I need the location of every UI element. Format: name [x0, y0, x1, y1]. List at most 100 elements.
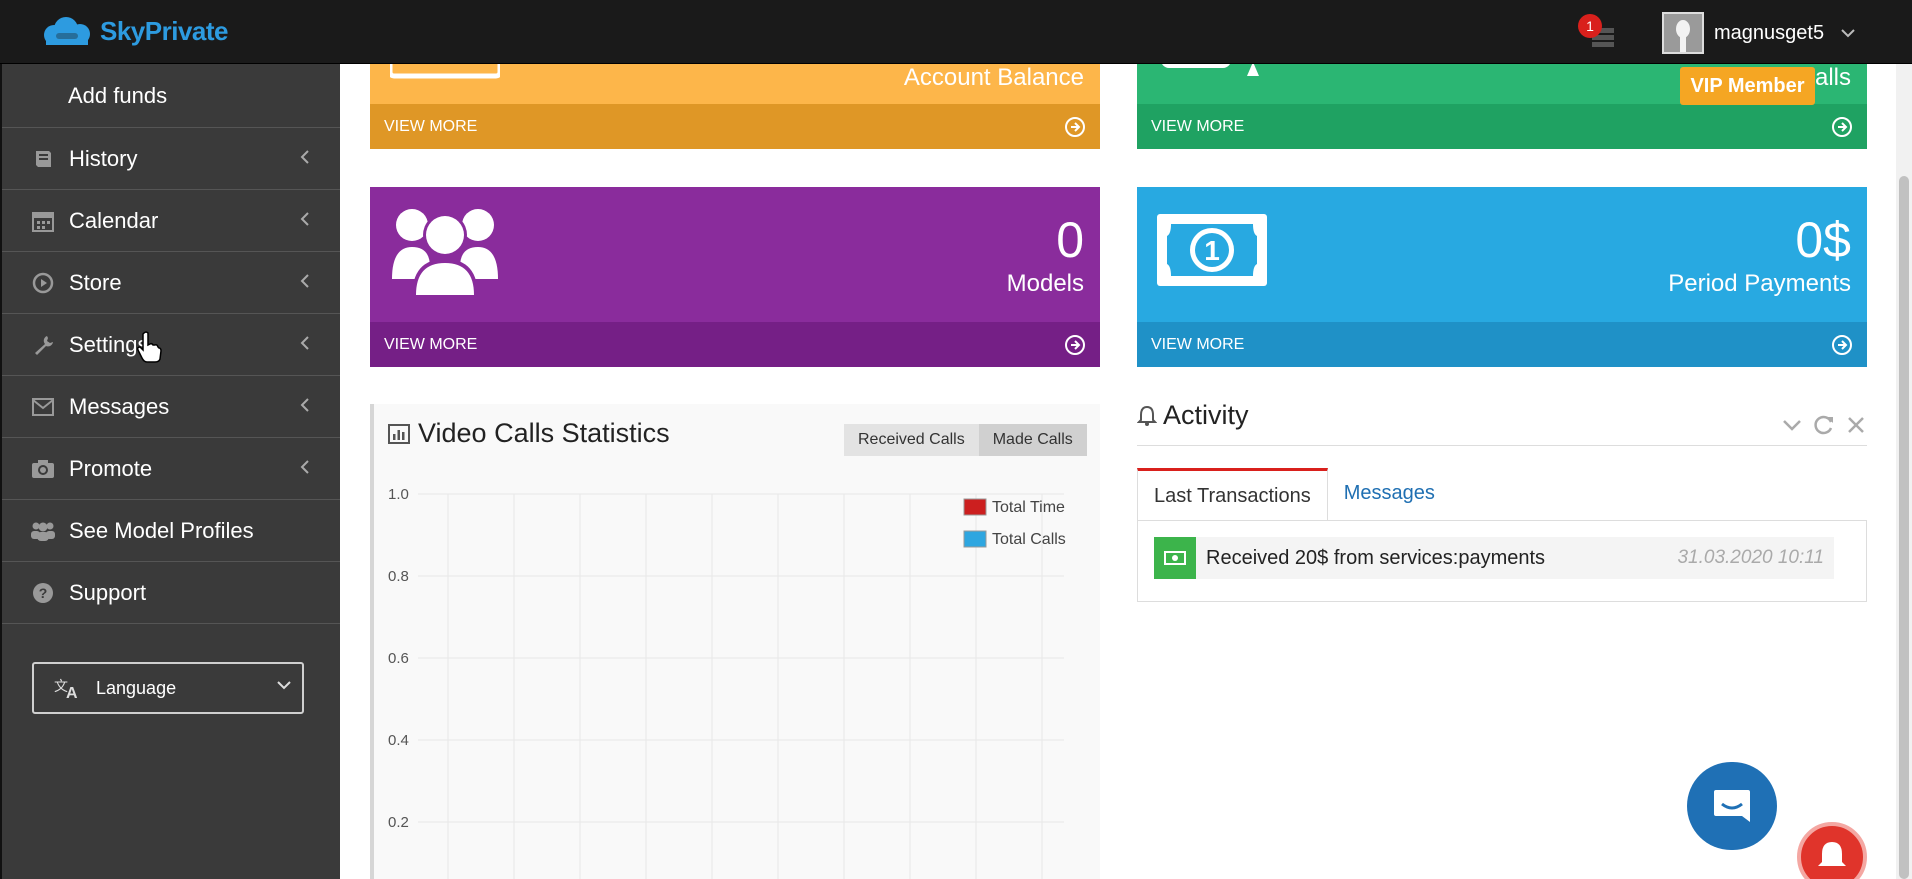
sidebar-item-add-funds[interactable]: Add funds [2, 64, 340, 128]
y-tick-label: 0.4 [388, 732, 409, 749]
logo-text: SkyPrivate [100, 16, 228, 46]
card-period-payments: 1 0$ Period Payments VIEW MORE [1137, 187, 1867, 367]
y-tick-label: 0.6 [388, 650, 409, 667]
arrow-circle-right-icon [1832, 117, 1852, 137]
notification-badge: 1 [1578, 14, 1602, 38]
book-icon [28, 144, 58, 174]
calendar-icon [28, 206, 58, 236]
legend-swatch [963, 530, 987, 548]
tab-messages[interactable]: Messages [1328, 468, 1451, 520]
panel-title: Video Calls Statistics [388, 418, 670, 449]
list-item[interactable]: Received 20$ from services:payments 31.0… [1154, 537, 1834, 579]
user-silhouette-icon [1664, 14, 1702, 52]
bar-chart-icon [388, 423, 410, 444]
arrow-circle-right-icon [1065, 335, 1085, 355]
user-menu[interactable]: magnusget5 [1662, 12, 1856, 54]
sidebar-item-label: See Model Profiles [69, 517, 254, 543]
y-tick-label: 1.0 [388, 486, 409, 503]
username: magnusget5 [1714, 21, 1825, 44]
svg-text:?: ? [39, 585, 48, 601]
view-more-label: VIEW MORE [1151, 117, 1245, 135]
sidebar-item-settings[interactable]: Settings [2, 314, 340, 376]
card-value: 0 [1056, 212, 1084, 268]
logo[interactable]: SkyPrivate [40, 16, 228, 47]
sidebar-item-store[interactable]: Store [2, 252, 340, 314]
hand-cursor-icon [137, 331, 162, 363]
received-calls-button[interactable]: Received Calls [844, 424, 979, 456]
transactions-list: Received 20$ from services:payments 31.0… [1137, 520, 1867, 602]
legend-label: Total Time [992, 499, 1065, 516]
card-models: 0 Models VIEW MORE [370, 187, 1100, 367]
notifications-button[interactable]: 1 [1578, 14, 1618, 50]
y-tick-label: 0.2 [388, 814, 409, 831]
bell-icon [1137, 405, 1157, 426]
sidebar-item-messages[interactable]: Messages [2, 376, 340, 438]
sidebar-item-history[interactable]: History [2, 128, 340, 190]
activity-tabs: Last Transactions Messages [1137, 468, 1451, 520]
top-bar: SkyPrivate 1 magnusget5 [0, 0, 1912, 64]
view-more-label: VIEW MORE [384, 335, 478, 353]
divider [1137, 445, 1867, 446]
video-calls-panel: Video Calls Statistics Received Calls Ma… [370, 404, 1100, 879]
chart-toggle-group: Received Calls Made Calls [844, 424, 1087, 456]
view-more-link[interactable]: VIEW MORE [1137, 104, 1867, 149]
svg-text:1: 1 [1204, 235, 1220, 266]
vip-member-badge: VIP Member [1680, 67, 1815, 105]
y-tick-label: 0.8 [388, 568, 409, 585]
chevron-left-icon [300, 398, 309, 412]
bell-icon [1818, 842, 1846, 866]
avatar [1662, 12, 1704, 54]
transaction-text: Received 20$ from services:payments [1206, 546, 1546, 569]
envelope-icon [28, 392, 58, 422]
arrow-circle-right-icon [1065, 117, 1085, 137]
wrench-icon [28, 330, 58, 360]
close-icon[interactable] [1845, 414, 1867, 436]
activity-panel: Activity Last Transactions Messages Rece… [1137, 400, 1867, 700]
card-label: Models [1006, 270, 1084, 297]
svg-text:A: A [66, 685, 78, 699]
chat-button[interactable] [1687, 762, 1777, 850]
card-value: 0$ [1795, 212, 1851, 268]
money-icon [1154, 537, 1196, 579]
sidebar-item-promote[interactable]: Promote [2, 438, 340, 500]
card-account-balance: Account Balance VIEW MORE [370, 64, 1100, 149]
sidebar-item-see-model-profiles[interactable]: See Model Profiles [2, 500, 340, 562]
money-bill-icon: 1 [1157, 214, 1267, 286]
chevron-down-icon [1841, 29, 1855, 38]
camera-icon [28, 454, 58, 484]
card-label: Period Payments [1668, 270, 1851, 297]
panel-title-text: Video Calls Statistics [418, 418, 670, 448]
view-more-link[interactable]: VIEW MORE [1137, 322, 1867, 367]
panel-title-text: Activity [1163, 400, 1249, 430]
chevron-left-icon [300, 460, 309, 474]
users-icon [392, 209, 498, 297]
card-label: Account Balance [903, 64, 1084, 91]
panel-title: Activity [1137, 400, 1249, 431]
legend-label: Total Calls [992, 531, 1066, 548]
language-label: Language [96, 677, 177, 698]
tab-last-transactions[interactable]: Last Transactions [1137, 468, 1328, 520]
scrollbar-thumb[interactable] [1899, 176, 1909, 879]
refresh-icon[interactable] [1813, 414, 1835, 436]
translate-icon: 文 A [54, 678, 78, 699]
question-circle-icon: ? [28, 578, 58, 608]
logo-cloud-icon [44, 16, 90, 45]
view-more-label: VIEW MORE [1151, 335, 1245, 353]
sidebar-item-calendar[interactable]: Calendar [2, 190, 340, 252]
video-camera-icon [1162, 64, 1259, 76]
chevron-left-icon [300, 150, 309, 164]
chat-icon [1714, 790, 1750, 822]
chevron-left-icon [300, 274, 309, 288]
made-calls-button[interactable]: Made Calls [978, 424, 1087, 456]
legend-swatch [963, 498, 987, 516]
sidebar-item-label: Support [69, 579, 147, 605]
sidebar-item-support[interactable]: ? Support [2, 562, 340, 624]
chevron-down-icon[interactable] [1781, 414, 1803, 436]
notification-bell-button[interactable] [1797, 822, 1867, 879]
view-more-link[interactable]: VIEW MORE [370, 322, 1100, 367]
chevron-left-icon [300, 336, 309, 350]
video-calls-chart: 1.0 0.8 0.6 0.4 0.2 Total Time Total Calls [388, 486, 1066, 879]
language-select[interactable]: 文 A Language [32, 662, 304, 714]
view-more-link[interactable]: VIEW MORE [370, 104, 1100, 149]
arrow-circle-right-icon [1832, 335, 1852, 355]
